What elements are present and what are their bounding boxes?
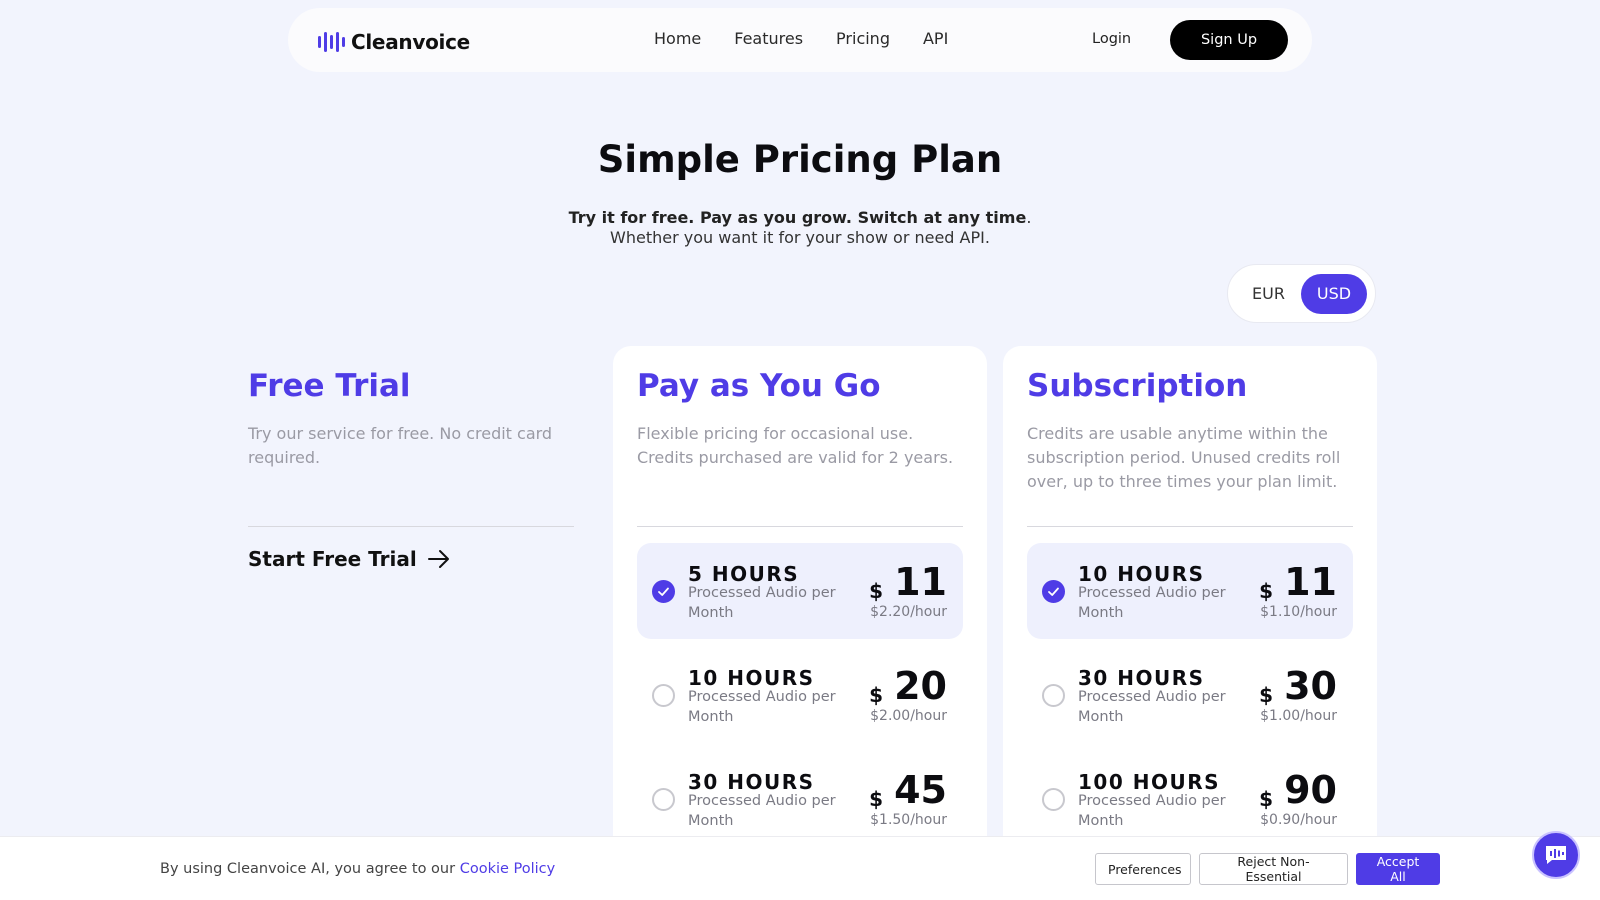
free-trial-plan: Free Trial Try our service for free. No …: [248, 346, 574, 571]
tagline-subline: Whether you want it for your show or nee…: [610, 228, 990, 247]
option-currency: $: [869, 787, 883, 811]
subscription-option-10-hours[interactable]: 10 HOURS Processed Audio per Month $ 11 …: [1027, 543, 1353, 639]
currency-toggle: EUR USD: [1227, 264, 1376, 323]
top-navbar: Cleanvoice Home Features Pricing API Log…: [288, 8, 1312, 72]
brand-name: Cleanvoice: [351, 30, 470, 54]
radio-unchecked-icon[interactable]: [652, 788, 675, 811]
option-currency: $: [869, 683, 883, 707]
nav-pricing[interactable]: Pricing: [836, 29, 890, 48]
option-subtitle: Processed Audio per Month: [1078, 585, 1226, 621]
login-link[interactable]: Login: [1092, 31, 1131, 47]
cookie-text: By using Cleanvoice AI, you agree to our: [160, 861, 460, 877]
option-subtitle: Processed Audio per Month: [1078, 793, 1226, 829]
radio-unchecked-icon[interactable]: [652, 684, 675, 707]
start-free-trial-link[interactable]: Start Free Trial: [248, 547, 451, 571]
option-price: 11: [1284, 560, 1337, 604]
divider: [1027, 526, 1353, 527]
nav-features[interactable]: Features: [734, 29, 803, 48]
subscription-plan: Subscription Credits are usable anytime …: [1003, 346, 1377, 900]
option-currency: $: [869, 579, 883, 603]
option-subtitle: Processed Audio per Month: [688, 585, 836, 621]
option-rate: $2.00/hour: [870, 708, 947, 724]
pay-as-you-go-plan: Pay as You Go Flexible pricing for occas…: [613, 346, 987, 900]
payg-option-30-hours[interactable]: 30 HOURS Processed Audio per Month $ 45 …: [637, 751, 963, 847]
accept-all-button[interactable]: Accept All: [1356, 853, 1440, 885]
plan-description: Flexible pricing for occasional use. Cre…: [637, 424, 954, 467]
arrow-right-icon: [427, 550, 449, 568]
waveform-chat-icon: [1546, 846, 1566, 864]
payg-option-5-hours[interactable]: 5 HOURS Processed Audio per Month $ 11 $…: [637, 543, 963, 639]
radio-unchecked-icon[interactable]: [1042, 788, 1065, 811]
subscription-option-100-hours[interactable]: 100 HOURS Processed Audio per Month $ 90…: [1027, 751, 1353, 847]
divider: [637, 526, 963, 527]
option-subtitle: Processed Audio per Month: [1078, 689, 1226, 725]
option-rate: $0.90/hour: [1260, 812, 1337, 828]
cookie-banner: By using Cleanvoice AI, you agree to our…: [0, 836, 1600, 900]
nav-home[interactable]: Home: [654, 29, 701, 48]
option-rate: $1.00/hour: [1260, 708, 1337, 724]
tagline-bold: Try it for free. Pay as you grow. Switch…: [568, 208, 1027, 227]
option-price: 20: [894, 664, 947, 708]
brand-logo[interactable]: Cleanvoice: [318, 30, 470, 54]
plan-title: Pay as You Go: [637, 368, 881, 404]
option-subtitle: Processed Audio per Month: [688, 793, 836, 829]
radio-checked-icon[interactable]: [652, 580, 675, 603]
option-currency: $: [1259, 787, 1273, 811]
option-currency: $: [1259, 683, 1273, 707]
waveform-logo-icon: [318, 31, 345, 53]
tagline-end: .: [1026, 208, 1032, 227]
reject-non-essential-button[interactable]: Reject Non-Essential: [1199, 853, 1348, 885]
plan-description: Credits are usable anytime within the su…: [1027, 424, 1341, 491]
option-currency: $: [1259, 579, 1273, 603]
option-price: 30: [1284, 664, 1337, 708]
option-subtitle: Processed Audio per Month: [688, 689, 836, 725]
sign-up-button[interactable]: Sign Up: [1170, 20, 1288, 60]
radio-unchecked-icon[interactable]: [1042, 684, 1065, 707]
option-price: 45: [894, 768, 947, 812]
page-title: Simple Pricing Plan: [597, 138, 1003, 181]
plan-description: Try our service for free. No credit card…: [248, 424, 553, 467]
nav-api[interactable]: API: [923, 29, 948, 48]
option-price: 90: [1284, 768, 1337, 812]
option-price: 11: [894, 560, 947, 604]
cookie-message: By using Cleanvoice AI, you agree to our…: [160, 861, 555, 877]
divider: [248, 526, 574, 527]
radio-checked-icon[interactable]: [1042, 580, 1065, 603]
currency-usd[interactable]: USD: [1301, 274, 1367, 314]
nav-links: Home Features Pricing API: [654, 29, 948, 48]
subscription-option-30-hours[interactable]: 30 HOURS Processed Audio per Month $ 30 …: [1027, 647, 1353, 743]
currency-eur[interactable]: EUR: [1252, 284, 1285, 303]
option-rate: $1.10/hour: [1260, 604, 1337, 620]
preferences-button[interactable]: Preferences: [1095, 853, 1191, 885]
option-rate: $2.20/hour: [870, 604, 947, 620]
chat-widget-button[interactable]: [1532, 831, 1580, 879]
plan-title: Free Trial: [248, 368, 411, 404]
plan-title: Subscription: [1027, 368, 1248, 404]
page-subtitle: Try it for free. Pay as you grow. Switch…: [0, 208, 1600, 248]
payg-option-10-hours[interactable]: 10 HOURS Processed Audio per Month $ 20 …: [637, 647, 963, 743]
option-rate: $1.50/hour: [870, 812, 947, 828]
start-free-trial-label: Start Free Trial: [248, 547, 417, 571]
cookie-policy-link[interactable]: Cookie Policy: [460, 861, 556, 877]
